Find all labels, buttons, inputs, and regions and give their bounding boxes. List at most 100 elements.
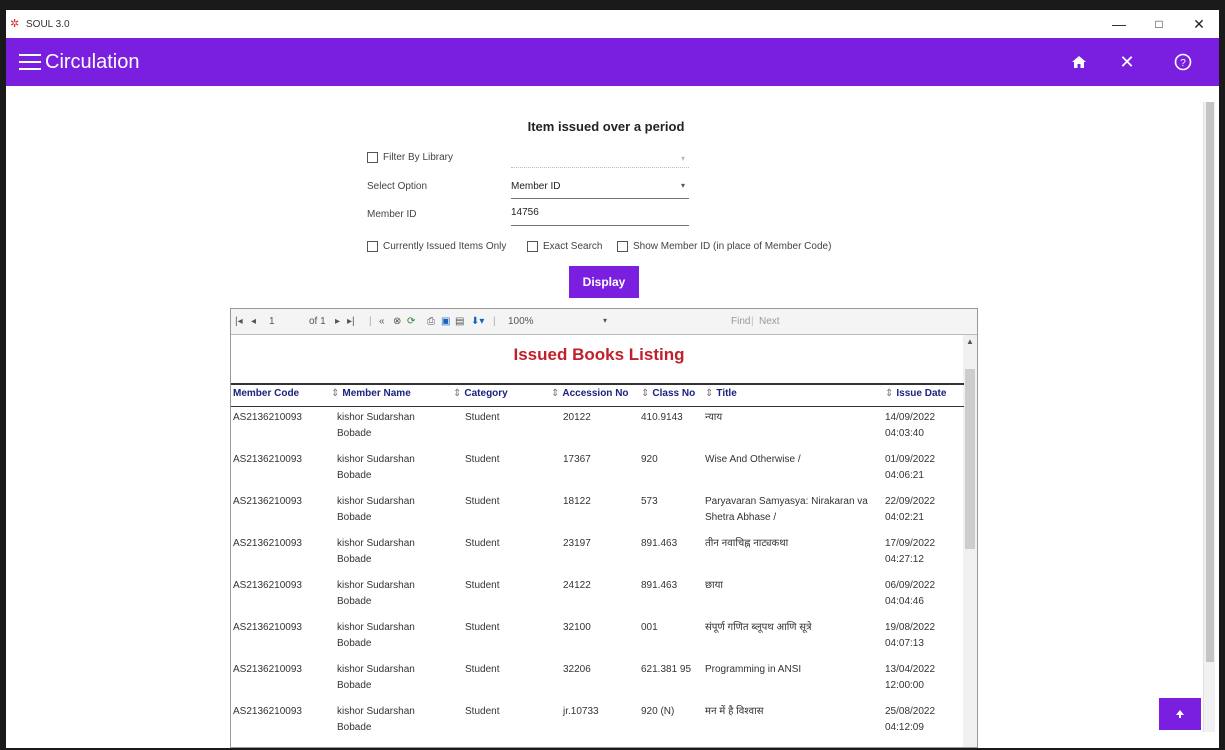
column-header[interactable]: ⇕ Class No (639, 383, 703, 407)
page-number-input[interactable]: 1 (269, 316, 299, 327)
stop-icon[interactable]: ⊗ (393, 316, 401, 327)
back-icon[interactable]: « (379, 316, 385, 327)
cell-title: न्याय (705, 412, 723, 423)
previous-page-icon[interactable]: ◂ (251, 316, 256, 327)
window-title: SOUL 3.0 (26, 18, 70, 30)
cell-class: 920 (641, 453, 658, 465)
table-row: AS2136210093 kishor Sudarshan Bobade Stude… (231, 659, 964, 701)
exact-search-checkbox[interactable]: Exact Search (527, 241, 602, 252)
report-toolbar: |◂ ◂ 1 of 1 ▸ ▸| | « ⊗ ⟳ ⎙ ▣ ▤ ⬇▾ | 100%… (231, 309, 977, 335)
chevron-down-icon: ▾ (603, 316, 608, 325)
table-row: AS2136210093 kishor Sudarshan Bobade Stude… (231, 491, 964, 533)
cell-date: 01/09/2022 04:06:21 (885, 453, 936, 481)
soul-logo-icon: ✲ (10, 18, 20, 30)
cell-class: 621.381 95 (641, 663, 692, 675)
column-header[interactable]: ⇕ Accession No (549, 383, 639, 407)
minimize-button[interactable]: — (1099, 10, 1139, 38)
cell-date: 13/04/2022 12:00:00 (885, 663, 936, 691)
cell-class: 891.463 (641, 579, 678, 591)
column-header[interactable]: ⇕ Category (451, 383, 549, 407)
cell-name: kishor Sudarshan Bobade (337, 705, 415, 733)
table-row: AS2136210093 kishor Sudarshan Bobade Stude… (231, 407, 964, 449)
cell-title: Programming in ANSI (705, 663, 802, 675)
library-select[interactable]: ▾ (511, 154, 689, 168)
currently-issued-checkbox[interactable]: Currently Issued Items Only (367, 241, 506, 252)
hamburger-menu-icon[interactable] (19, 54, 41, 70)
first-page-icon[interactable]: |◂ (235, 316, 243, 327)
cell-accession: 23197 (563, 537, 591, 549)
last-page-icon[interactable]: ▸| (347, 316, 355, 327)
window-close-button[interactable]: ✕ (1179, 10, 1219, 38)
export-icon[interactable]: ⬇▾ (471, 316, 484, 327)
cell-title: छाया (705, 579, 723, 591)
home-icon[interactable] (1067, 50, 1091, 74)
zoom-select[interactable]: 100% ▾ (508, 316, 608, 327)
table-body: AS2136210093 kishor Sudarshan Bobade Stude… (231, 407, 964, 743)
cell-category: Student (465, 495, 500, 507)
cell-class: 410.9143 (641, 412, 683, 423)
sort-icon[interactable]: ⇕ (641, 388, 649, 399)
scroll-to-top-button[interactable] (1159, 698, 1201, 730)
table-row: AS2136210093 kishor Sudarshan Bobade Stude… (231, 575, 964, 617)
cell-date: 14/09/2022 04:03:40 (885, 412, 936, 439)
refresh-icon[interactable]: ⟳ (407, 316, 415, 327)
cell-title: Paryavaran Samyasya: Nirakaran va Shetra… (705, 495, 868, 523)
filter-by-library-label: Filter By Library (383, 152, 454, 163)
cell-category: Student (465, 621, 500, 633)
next-page-icon[interactable]: ▸ (335, 316, 340, 327)
find-input[interactable] (675, 315, 729, 329)
cell-name: kishor Sudarshan Bobade (337, 412, 415, 439)
find-link[interactable]: Find (731, 316, 750, 327)
report-scrollbar[interactable]: ▲ (963, 335, 977, 747)
cell-class: 891.463 (641, 537, 678, 549)
cell-date: 22/09/2022 04:02:21 (885, 495, 936, 523)
filter-by-library-checkbox[interactable]: Filter By Library (367, 152, 453, 163)
cell-code: AS2136210093 (233, 621, 302, 633)
page-setup-icon[interactable]: ▤ (455, 316, 464, 327)
close-module-icon[interactable]: ✕ (1115, 50, 1139, 74)
column-header[interactable]: ⇕ Issue Date (883, 383, 964, 407)
table-row: AS2136210093 kishor Sudarshan Bobade Stude… (231, 533, 964, 575)
cell-title: संपूर्ण गणित ब्लूपथ आणि सूत्रे (705, 621, 812, 633)
cell-category: Student (465, 453, 500, 465)
sort-icon[interactable]: ⇕ (885, 388, 893, 399)
sort-icon[interactable]: ⇕ (331, 388, 339, 399)
cell-category: Student (465, 705, 500, 717)
help-icon[interactable]: ? (1171, 50, 1195, 74)
page-scrollbar[interactable] (1203, 102, 1215, 732)
report-viewer: |◂ ◂ 1 of 1 ▸ ▸| | « ⊗ ⟳ ⎙ ▣ ▤ ⬇▾ | 100%… (230, 308, 978, 748)
cell-title: तीन नवाचिह्न नाट्यकथा (705, 537, 789, 549)
table-header-row: Member Code ⇕ Member Name ⇕ Category ⇕ Accessi… (231, 383, 964, 407)
display-button[interactable]: Display (569, 266, 639, 298)
sort-icon[interactable]: ⇕ (705, 388, 713, 399)
cell-class: 573 (641, 495, 658, 507)
cell-name: kishor Sudarshan Bobade (337, 663, 415, 691)
sort-icon[interactable]: ⇕ (551, 388, 559, 399)
member-id-input[interactable]: 14756 (511, 207, 689, 226)
separator: | (369, 316, 372, 327)
maximize-button[interactable]: □ (1139, 10, 1179, 38)
show-member-id-checkbox[interactable]: Show Member ID (in place of Member Code) (617, 241, 831, 252)
report-title: Issued Books Listing (513, 345, 685, 364)
cell-title: मन में है विश्वास (705, 705, 764, 717)
column-header[interactable]: ⇕ Member Name (329, 383, 451, 407)
select-option-dropdown[interactable]: Member ID ▾ (511, 181, 689, 199)
scroll-up-icon[interactable]: ▲ (966, 337, 974, 346)
chevron-down-icon: ▾ (680, 181, 685, 190)
checkbox-box[interactable] (367, 152, 378, 163)
app-window: ✲ SOUL 3.0 — □ ✕ Circulation ✕ ? Item is… (6, 10, 1219, 748)
page-title: Item issued over a period (527, 119, 685, 134)
cell-accession: 17367 (563, 453, 591, 465)
next-link[interactable]: Next (759, 316, 780, 327)
column-header[interactable]: ⇕ Title (703, 383, 883, 407)
cell-date: 19/08/2022 04:07:13 (885, 621, 936, 649)
cell-name: kishor Sudarshan Bobade (337, 453, 415, 481)
cell-accession: 32206 (563, 663, 591, 675)
print-icon[interactable]: ⎙ (427, 316, 435, 327)
print-layout-icon[interactable]: ▣ (441, 316, 450, 327)
sort-icon[interactable]: ⇕ (453, 388, 461, 399)
cell-category: Student (465, 412, 500, 423)
arrow-up-icon (1176, 710, 1184, 718)
column-header[interactable]: Member Code (231, 383, 329, 407)
window-titlebar: ✲ SOUL 3.0 — □ ✕ (6, 10, 1219, 38)
